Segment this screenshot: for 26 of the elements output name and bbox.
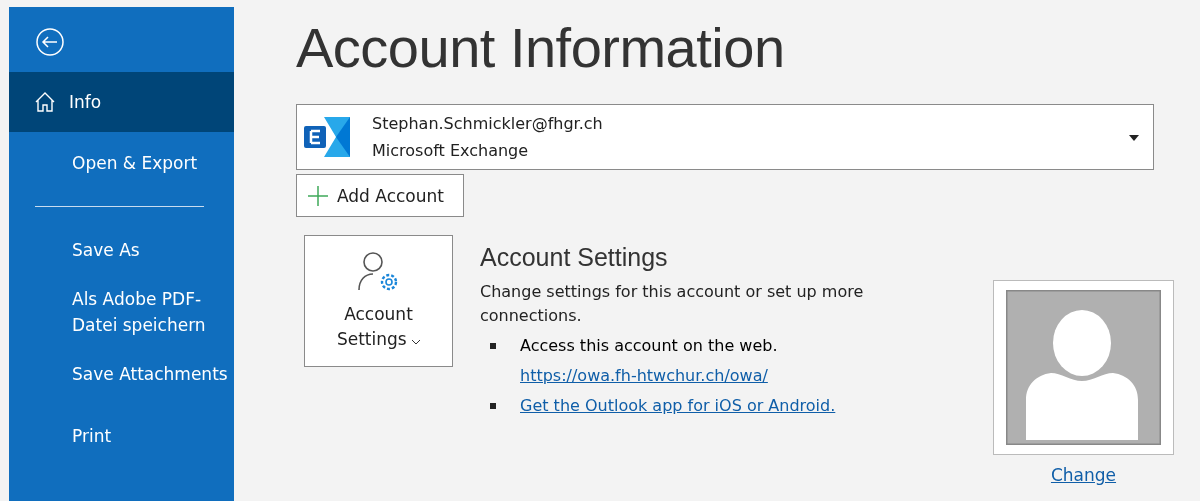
- chevron-icon: [412, 340, 421, 345]
- page-title: Account Information: [296, 15, 786, 80]
- account-settings-button[interactable]: Account Settings: [304, 235, 453, 367]
- section-heading: Account Settings: [480, 243, 669, 272]
- exchange-logo-icon: [302, 115, 352, 159]
- sidebar-item[interactable]: Open & Export: [9, 132, 234, 194]
- sidebar-item[interactable]: Print: [9, 405, 234, 467]
- plus-icon: [307, 184, 329, 207]
- add-account-button[interactable]: Add Account: [296, 174, 464, 217]
- sidebar-item[interactable]: Info: [9, 72, 234, 132]
- change-link[interactable]: Change: [1050, 465, 1117, 485]
- web-link[interactable]: Get the Outlook app for iOS or Android.: [520, 394, 836, 418]
- section-description: Change settings for this account or set up more connections.: [480, 281, 865, 327]
- sidebar-item[interactable]: Als Adobe PDF- Datei speichern: [9, 281, 234, 343]
- back-icon[interactable]: [35, 27, 65, 57]
- dropdown-caret-icon: [1129, 135, 1139, 141]
- bullet-icon: [490, 403, 496, 409]
- sidebar-item[interactable]: Save Attachments: [9, 343, 234, 405]
- account-email: Stephan.Schmickler@fhgr.ch: [372, 114, 603, 133]
- account-type: Microsoft Exchange: [372, 141, 530, 160]
- home-icon: [33, 90, 57, 114]
- bullet-text: Access this account on the web.: [520, 335, 778, 357]
- web-link[interactable]: https://owa.fh-htwchur.ch/owa/: [520, 364, 778, 388]
- sidebar-item[interactable]: Save As: [9, 219, 234, 281]
- bullet-icon: [490, 343, 496, 349]
- account-dropdown[interactable]: Stephan.Schmickler@fhgr.ch Microsoft Exchange: [296, 104, 1154, 170]
